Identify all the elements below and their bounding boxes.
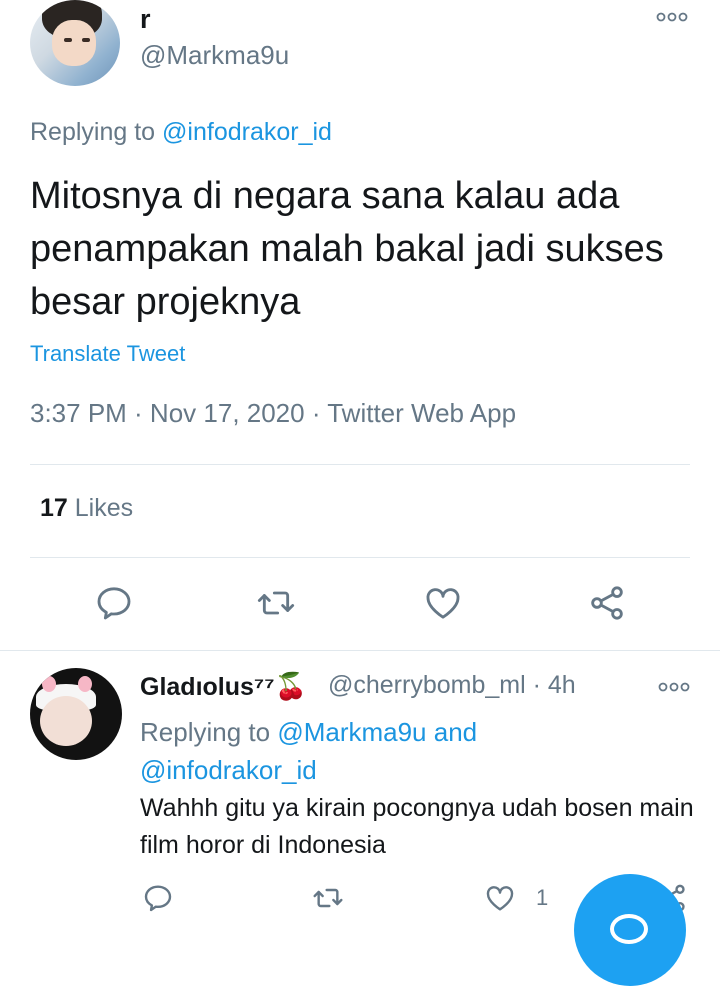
replying-prefix: Replying to	[140, 717, 278, 747]
retweet-icon[interactable]	[256, 583, 296, 623]
author-avatar[interactable]	[30, 0, 120, 86]
heart-icon[interactable]	[484, 882, 516, 919]
replying-to-link[interactable]: @infodrakor_id	[162, 118, 332, 146]
reply-author-avatar[interactable]	[30, 668, 122, 760]
share-icon[interactable]	[587, 583, 627, 623]
retweet-icon[interactable]	[312, 882, 344, 919]
author-display-name[interactable]: r	[140, 4, 151, 35]
cherry-emoji: 🍒	[274, 671, 307, 701]
divider	[30, 464, 690, 465]
tweet-text: Mitosnya di negara sana kalau ada penamp…	[30, 175, 664, 323]
tweet-timestamp[interactable]: 3:37 PM · Nov 17, 2020 · Twitter Web App	[30, 398, 516, 429]
more-options-icon[interactable]	[656, 8, 688, 31]
replying-to: Replying to @infodrakor_id	[30, 118, 332, 147]
replying-prefix: Replying to	[30, 118, 163, 146]
reply-author-name: Gladıolus⁷⁷	[140, 673, 275, 701]
reply-author-display-name[interactable]: Gladıolus⁷⁷🍒	[140, 671, 307, 702]
heart-icon[interactable]	[423, 583, 463, 623]
reply-like-count: 1	[536, 885, 549, 910]
reply-author-handle-time[interactable]: @cherrybomb_ml · 4h	[328, 671, 576, 700]
reply-icon[interactable]	[94, 583, 134, 623]
reply-text: Wahhh gitu ya kirain pocongnya udah bose…	[140, 794, 694, 859]
likes-label: Likes	[74, 494, 134, 522]
compose-icon	[610, 914, 648, 944]
replying-and: and	[426, 717, 478, 747]
likes-count[interactable]: 17 Likes	[40, 494, 133, 523]
reply-icon[interactable]	[142, 882, 174, 919]
divider	[30, 557, 690, 558]
more-options-icon[interactable]	[658, 678, 690, 701]
reply-replying-to: Replying to @Markma9u and @infodrakor_id	[140, 713, 680, 789]
compose-button[interactable]	[574, 874, 686, 986]
translate-tweet-link[interactable]: Translate Tweet	[30, 341, 185, 367]
replying-user-link[interactable]: @infodrakor_id	[140, 755, 317, 785]
likes-number: 17	[40, 494, 68, 522]
author-handle[interactable]: @Markma9u	[140, 40, 289, 71]
replying-user-link[interactable]: @Markma9u	[277, 717, 426, 747]
divider	[0, 650, 720, 651]
